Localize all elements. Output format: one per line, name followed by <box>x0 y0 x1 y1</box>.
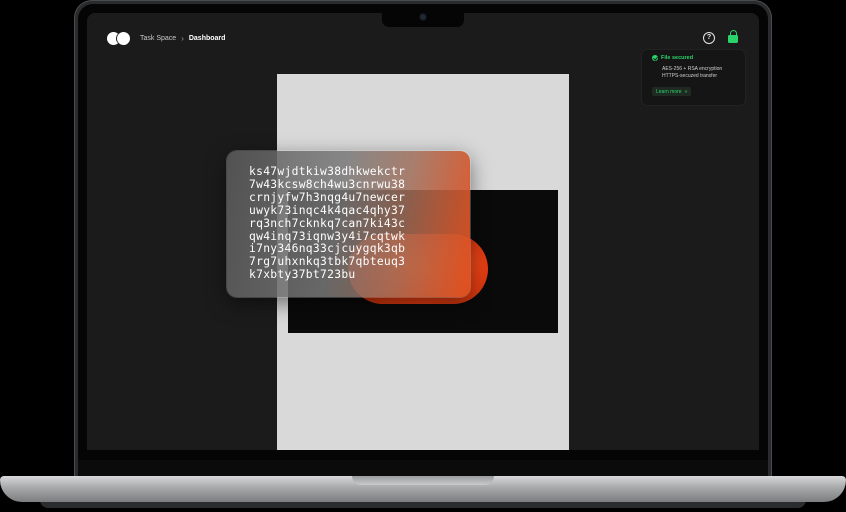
learn-more-label: Learn more <box>656 88 682 95</box>
lock-icon[interactable] <box>728 30 738 43</box>
breadcrumb: Task Space › Dashboard <box>140 32 225 45</box>
encrypted-text: ks47wjdtkiw38dhkwekctr 7w43kcsw8ch4wu3cn… <box>249 165 406 282</box>
help-icon[interactable]: ? <box>703 32 715 44</box>
encryption-info: AES-256 + RSA encryption <box>662 66 723 72</box>
app-screen: Task Space › Dashboard ? File secured AE… <box>87 13 759 450</box>
camera-notch <box>382 12 464 27</box>
base-opening-notch <box>352 476 494 485</box>
camera-icon <box>420 14 426 20</box>
laptop-base <box>0 476 846 502</box>
encrypted-text-card: ks47wjdtkiw38dhkwekctr 7w43kcsw8ch4wu3cn… <box>227 151 470 297</box>
file-secured-title: File secured <box>661 55 694 61</box>
app-logo[interactable] <box>107 32 131 45</box>
learn-more-button[interactable]: Learn more » <box>652 87 692 96</box>
chevron-right-icon: › <box>181 34 184 43</box>
check-circle-icon <box>652 55 658 61</box>
transfer-info: HTTPS-secuzed transfer <box>662 73 718 79</box>
file-secured-header: File secured <box>652 55 693 61</box>
file-secured-card: File secured AES-256 + RSA encryption HT… <box>642 50 745 105</box>
arrow-right-icon: » <box>684 88 688 95</box>
breadcrumb-dashboard: Dashboard <box>188 35 226 42</box>
breadcrumb-task-space[interactable]: Task Space <box>140 35 176 42</box>
